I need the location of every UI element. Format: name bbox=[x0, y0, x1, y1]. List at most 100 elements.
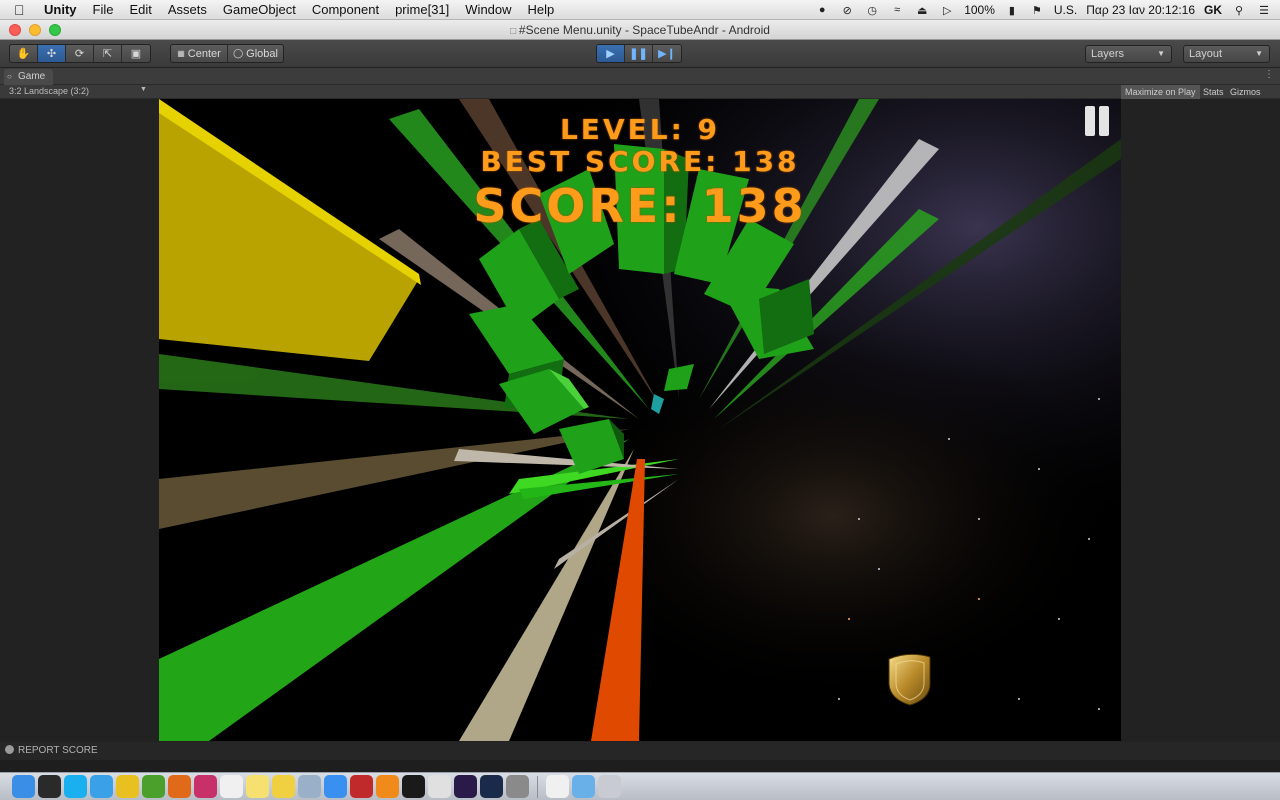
pause-button[interactable]: ❚❚ bbox=[625, 45, 653, 62]
pivot-global-button[interactable]: ◯ Global bbox=[228, 45, 283, 62]
dock-separator bbox=[537, 775, 538, 798]
window-title: #Scene Menu.unity - SpaceTubeAndr - Andr… bbox=[518, 23, 770, 37]
menu-help[interactable]: Help bbox=[520, 2, 563, 17]
menu-app-unity[interactable]: Unity bbox=[36, 2, 85, 17]
finder-icon[interactable] bbox=[12, 775, 35, 798]
pivot-global-label: Global bbox=[246, 47, 278, 60]
gizmos-toggle[interactable]: Gizmos bbox=[1226, 85, 1265, 99]
traffic-lights bbox=[9, 24, 61, 36]
menu-component[interactable]: Component bbox=[304, 2, 387, 17]
stickies-icon[interactable] bbox=[272, 775, 295, 798]
time-machine-icon[interactable]: ◷ bbox=[864, 4, 880, 17]
safari-icon[interactable] bbox=[90, 775, 113, 798]
move-tool-icon[interactable]: ✣ bbox=[38, 45, 66, 62]
clock[interactable]: Παρ 23 Ιαν 20:12:16 bbox=[1086, 3, 1195, 17]
pause-bar-left bbox=[1085, 106, 1095, 136]
itunes-icon[interactable] bbox=[194, 775, 217, 798]
battery-icon[interactable]: ▮ bbox=[1004, 4, 1020, 17]
downloads-icon[interactable] bbox=[572, 775, 595, 798]
menu-window[interactable]: Window bbox=[457, 2, 519, 17]
dock bbox=[0, 772, 1280, 800]
document-icon: □ bbox=[510, 26, 519, 37]
layers-caret-icon: ▼ bbox=[1157, 49, 1165, 58]
spotlight-icon[interactable]: ⚲ bbox=[1231, 4, 1247, 17]
info-icon bbox=[5, 745, 14, 754]
menu-prime31[interactable]: prime[31] bbox=[387, 2, 457, 17]
level-label: LEVEL: 9 bbox=[559, 113, 721, 146]
menu-gameobject[interactable]: GameObject bbox=[215, 2, 304, 17]
game-tab-icon: ○ bbox=[7, 72, 12, 81]
panel-menu-icon[interactable]: ⋮ bbox=[1264, 69, 1274, 80]
layers-dropdown[interactable]: Layers ▼ bbox=[1085, 45, 1172, 63]
unity-icon[interactable] bbox=[428, 775, 451, 798]
layout-caret-icon: ▼ bbox=[1255, 49, 1263, 58]
play-controls: ▶ ❚❚ ▶❙ bbox=[596, 44, 682, 63]
appstore-icon[interactable] bbox=[324, 775, 347, 798]
trash-icon[interactable] bbox=[598, 775, 621, 798]
pivot-toggles: ▦ Center ◯ Global bbox=[170, 44, 284, 63]
step-button[interactable]: ▶❙ bbox=[653, 45, 681, 62]
apple-menu-icon[interactable]:  bbox=[14, 2, 36, 18]
game-tab-label: Game bbox=[18, 71, 46, 82]
evernote-icon[interactable]: ● bbox=[814, 4, 830, 16]
pivot-center-icon: ▦ bbox=[177, 49, 185, 58]
status-message: REPORT SCORE bbox=[18, 745, 98, 756]
score-label: SCORE: 138 bbox=[473, 179, 807, 233]
photo-icon[interactable] bbox=[350, 775, 373, 798]
menu-bar:  Unity File Edit Assets GameObject Comp… bbox=[0, 0, 1280, 20]
firefox-icon[interactable] bbox=[168, 775, 191, 798]
shield-powerup bbox=[888, 653, 931, 706]
system-prefs-icon[interactable] bbox=[506, 775, 529, 798]
close-window-button[interactable] bbox=[9, 24, 21, 36]
pause-bar-right bbox=[1099, 106, 1109, 136]
wifi-icon[interactable]: ≈ bbox=[889, 4, 905, 16]
utorrent-icon[interactable] bbox=[142, 775, 165, 798]
game-tab[interactable]: ○ Game bbox=[4, 69, 54, 85]
user-name[interactable]: GK bbox=[1204, 3, 1222, 17]
layers-label: Layers bbox=[1091, 48, 1125, 60]
status-menus: ● ⊘ ◷ ≈ ⏏ ▷ 100% ▮ ⚑ U.S. Παρ 23 Ιαν 20:… bbox=[814, 0, 1272, 20]
menu-edit[interactable]: Edit bbox=[121, 2, 159, 17]
eject-icon[interactable]: ⏏ bbox=[914, 4, 930, 17]
play-button[interactable]: ▶ bbox=[597, 45, 625, 62]
menu-file[interactable]: File bbox=[85, 2, 122, 17]
game-panel-tabbar: ○ Game ⋮ bbox=[0, 68, 1280, 85]
aspect-caret-icon: ▼ bbox=[140, 86, 147, 93]
illustrator-icon[interactable] bbox=[454, 775, 477, 798]
hand-tool-icon[interactable]: ✋ bbox=[10, 45, 38, 62]
aspect-dropdown[interactable]: 3:2 Landscape (3:2) bbox=[9, 86, 89, 96]
unity-toolbar: ✋ ✣ ⟳ ⇱ ▣ ▦ Center ◯ Global ▶ ❚❚ ▶❙ Layers… bbox=[0, 40, 1280, 68]
blocked-icon[interactable]: ⊘ bbox=[839, 4, 855, 17]
documents-icon[interactable] bbox=[546, 775, 569, 798]
scale-tool-icon[interactable]: ⇱ bbox=[94, 45, 122, 62]
notes-icon[interactable] bbox=[246, 775, 269, 798]
layout-dropdown[interactable]: Layout ▼ bbox=[1183, 45, 1270, 63]
input-source[interactable]: U.S. bbox=[1054, 3, 1077, 17]
console-status-bar[interactable]: REPORT SCORE bbox=[0, 742, 1280, 760]
pause-game-button[interactable] bbox=[1085, 106, 1111, 136]
maximize-on-play-toggle[interactable]: Maximize on Play bbox=[1121, 85, 1200, 99]
battery-percent: 100% bbox=[964, 3, 995, 17]
game-viewport[interactable]: LEVEL: 9 BEST SCORE: 138 SCORE: 138 bbox=[159, 99, 1121, 741]
launchpad-icon[interactable] bbox=[298, 775, 321, 798]
transform-tools: ✋ ✣ ⟳ ⇱ ▣ bbox=[9, 44, 151, 63]
skype-icon[interactable] bbox=[64, 775, 87, 798]
calendar-icon[interactable] bbox=[220, 775, 243, 798]
stats-toggle[interactable]: Stats bbox=[1199, 85, 1228, 99]
globe-icon: ◯ bbox=[233, 48, 244, 58]
pivot-center-button[interactable]: ▦ Center bbox=[171, 45, 228, 62]
terminal-icon[interactable] bbox=[402, 775, 425, 798]
minimize-window-button[interactable] bbox=[29, 24, 41, 36]
layout-label: Layout bbox=[1189, 48, 1223, 60]
rect-tool-icon[interactable]: ▣ bbox=[122, 45, 150, 62]
volume-icon[interactable]: ▷ bbox=[939, 4, 955, 17]
vlc-icon[interactable] bbox=[376, 775, 399, 798]
photoshop-icon[interactable] bbox=[480, 775, 503, 798]
rotate-tool-icon[interactable]: ⟳ bbox=[66, 45, 94, 62]
zoom-window-button[interactable] bbox=[49, 24, 61, 36]
us-flag-icon[interactable]: ⚑ bbox=[1029, 4, 1045, 17]
notification-center-icon[interactable]: ☰ bbox=[1256, 4, 1272, 17]
menu-assets[interactable]: Assets bbox=[160, 2, 215, 17]
chrome-icon[interactable] bbox=[116, 775, 139, 798]
dashboard-icon[interactable] bbox=[38, 775, 61, 798]
